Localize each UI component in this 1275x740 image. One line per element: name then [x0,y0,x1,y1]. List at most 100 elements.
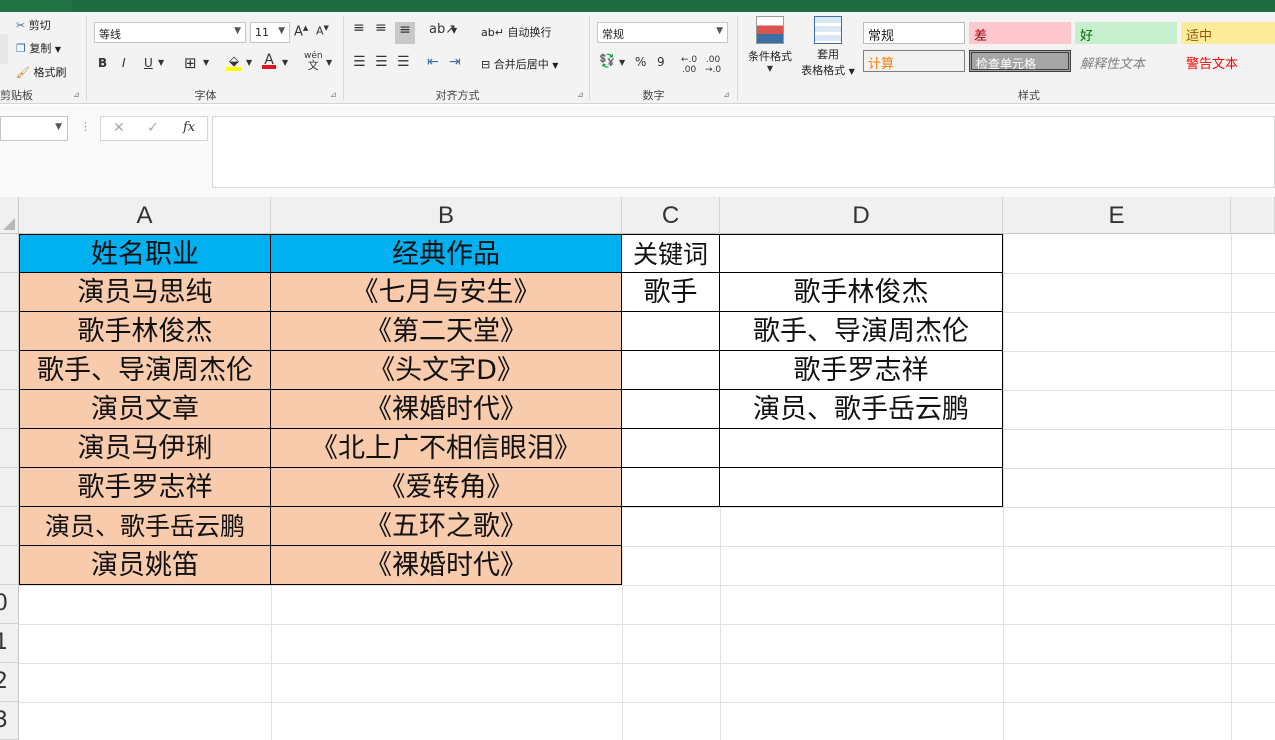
row-header-12[interactable]: 2 [0,663,19,702]
number-format-select[interactable]: 常规 ▼ [597,22,728,43]
column-header-e[interactable]: E [1003,197,1231,234]
cell-a5[interactable]: 演员文章 [19,390,271,429]
select-all-corner[interactable] [0,197,19,234]
cell-c4[interactable] [621,351,720,390]
cell-c7[interactable] [621,468,720,507]
cell-a1-header[interactable]: 姓名职业 [19,234,271,273]
cell-b8[interactable]: 《五环之歌》 [270,507,622,546]
font-size-select[interactable]: 11 ▼ [250,22,290,43]
chevron-down-icon[interactable]: ▼ [619,58,625,67]
dialog-launcher-icon[interactable]: ⊿ [723,90,730,99]
comma-style-button[interactable]: 9 [657,55,665,69]
worksheet-grid[interactable]: A B C D E 0 1 2 3 姓名职业 演员马思纯 歌手林俊杰 歌手、导演… [0,197,1275,740]
cell-d6[interactable] [719,429,1003,468]
paste-button-partial[interactable] [0,34,8,64]
style-warning[interactable]: 警告文本 [1181,50,1275,72]
cell-a9[interactable]: 演员姚笛 [19,546,271,585]
row-header[interactable] [0,234,19,273]
percent-button[interactable]: % [635,55,646,69]
align-center-icon[interactable]: ☰ [375,54,388,70]
cell-a6[interactable]: 演员马伊琍 [19,429,271,468]
cell-d1[interactable] [719,234,1003,273]
cell-d2[interactable]: 歌手林俊杰 [719,273,1003,312]
style-good[interactable]: 好 [1075,22,1177,44]
chevron-down-icon[interactable]: ▼ [451,26,457,35]
dialog-launcher-icon[interactable]: ⊿ [577,90,584,99]
column-header-a[interactable]: A [19,197,271,234]
decrease-indent-icon[interactable]: ⇤ [427,54,439,70]
row-header[interactable] [0,351,19,390]
cell-c3[interactable] [621,312,720,351]
column-header-b[interactable]: B [271,197,622,234]
cell-a7[interactable]: 歌手罗志祥 [19,468,271,507]
borders-icon[interactable]: ⊞ [184,54,197,72]
decrease-font-icon[interactable]: A▼ [316,24,329,38]
cell-c5[interactable] [621,390,720,429]
cell-d3[interactable]: 歌手、导演周杰伦 [719,312,1003,351]
dialog-launcher-icon[interactable]: ⊿ [330,90,337,99]
fill-color-icon[interactable]: ⬙ [226,54,242,71]
increase-indent-icon[interactable]: ⇥ [449,54,461,70]
cell-b6[interactable]: 《北上广不相信眼泪》 [270,429,622,468]
font-color-icon[interactable]: A [262,52,276,69]
cell-d7[interactable] [719,468,1003,507]
cell-b3[interactable]: 《第二天堂》 [270,312,622,351]
cell-b9[interactable]: 《裸婚时代》 [270,546,622,585]
cell-b7[interactable]: 《爱转角》 [270,468,622,507]
cell-c2[interactable]: 歌手 [621,273,720,312]
style-explanatory[interactable]: 解释性文本 [1075,50,1177,72]
cell-b2[interactable]: 《七月与安生》 [270,273,622,312]
row-header[interactable] [0,468,19,507]
underline-button[interactable]: U [144,56,153,70]
cell-b5[interactable]: 《裸婚时代》 [270,390,622,429]
phonetic-guide-icon[interactable]: wén 文 [304,52,323,72]
formula-input[interactable] [212,116,1275,188]
decrease-decimal-icon[interactable]: .00 →.0 [705,55,721,75]
chevron-down-icon[interactable]: ▼ [326,58,332,67]
row-header[interactable] [0,429,19,468]
increase-font-icon[interactable]: A▲ [294,24,308,39]
row-header-11[interactable]: 1 [0,624,19,663]
row-header[interactable] [0,390,19,429]
row-header[interactable] [0,273,19,312]
cell-d5[interactable]: 演员、歌手岳云鹏 [719,390,1003,429]
align-right-icon[interactable]: ☰ [397,54,410,70]
dialog-launcher-icon[interactable]: ⊿ [73,90,80,99]
row-header[interactable] [0,312,19,351]
style-normal[interactable]: 常规 [863,22,965,44]
increase-decimal-icon[interactable]: ←.0.00 [681,55,697,75]
enter-icon[interactable]: ✓ [147,120,159,136]
style-bad[interactable]: 差 [969,22,1071,44]
chevron-down-icon[interactable]: ▼ [246,58,252,67]
column-header-d[interactable]: D [720,197,1003,234]
copy-button[interactable]: ❐ 复制 ▼ [16,40,61,56]
bold-button[interactable]: B [98,56,107,70]
align-left-icon[interactable]: ☰ [353,54,366,70]
cut-button[interactable]: ✂ 剪切 [16,17,51,33]
chevron-down-icon[interactable]: ▼ [158,58,164,67]
cell-a4[interactable]: 歌手、导演周杰伦 [19,351,271,390]
align-top-icon[interactable]: ≡ [353,20,365,36]
conditional-format-button[interactable]: 条件格式 ▼ [745,16,795,73]
cell-d4[interactable]: 歌手罗志祥 [719,351,1003,390]
cell-c1-keyword[interactable]: 关键词 [621,234,720,273]
cell-c6[interactable] [621,429,720,468]
cell-a2[interactable]: 演员马思纯 [19,273,271,312]
align-middle-icon[interactable]: ≡ [375,20,387,36]
cell-a3[interactable]: 歌手林俊杰 [19,312,271,351]
align-bottom-icon[interactable]: ≡ [395,22,415,44]
italic-button[interactable]: I [122,56,126,70]
format-painter-button[interactable]: 🖌 格式刷 [16,64,66,80]
merge-center-button[interactable]: ⊟ 合并后居中 ▼ [481,56,558,72]
style-check-cell[interactable]: 检查单元格 [969,50,1071,72]
chevron-down-icon[interactable]: ▼ [203,58,209,67]
cancel-icon[interactable]: ✕ [113,120,125,136]
format-as-table-button[interactable]: 套用 表格格式 ▼ [797,16,859,78]
row-header[interactable] [0,546,19,585]
accounting-format-icon[interactable]: 💱 [599,54,615,69]
font-name-select[interactable]: 等线 ▼ [94,22,246,43]
row-header-10[interactable]: 0 [0,585,19,624]
column-header-c[interactable]: C [622,197,720,234]
style-calculation[interactable]: 计算 [863,50,965,72]
column-header-f[interactable] [1231,197,1275,234]
